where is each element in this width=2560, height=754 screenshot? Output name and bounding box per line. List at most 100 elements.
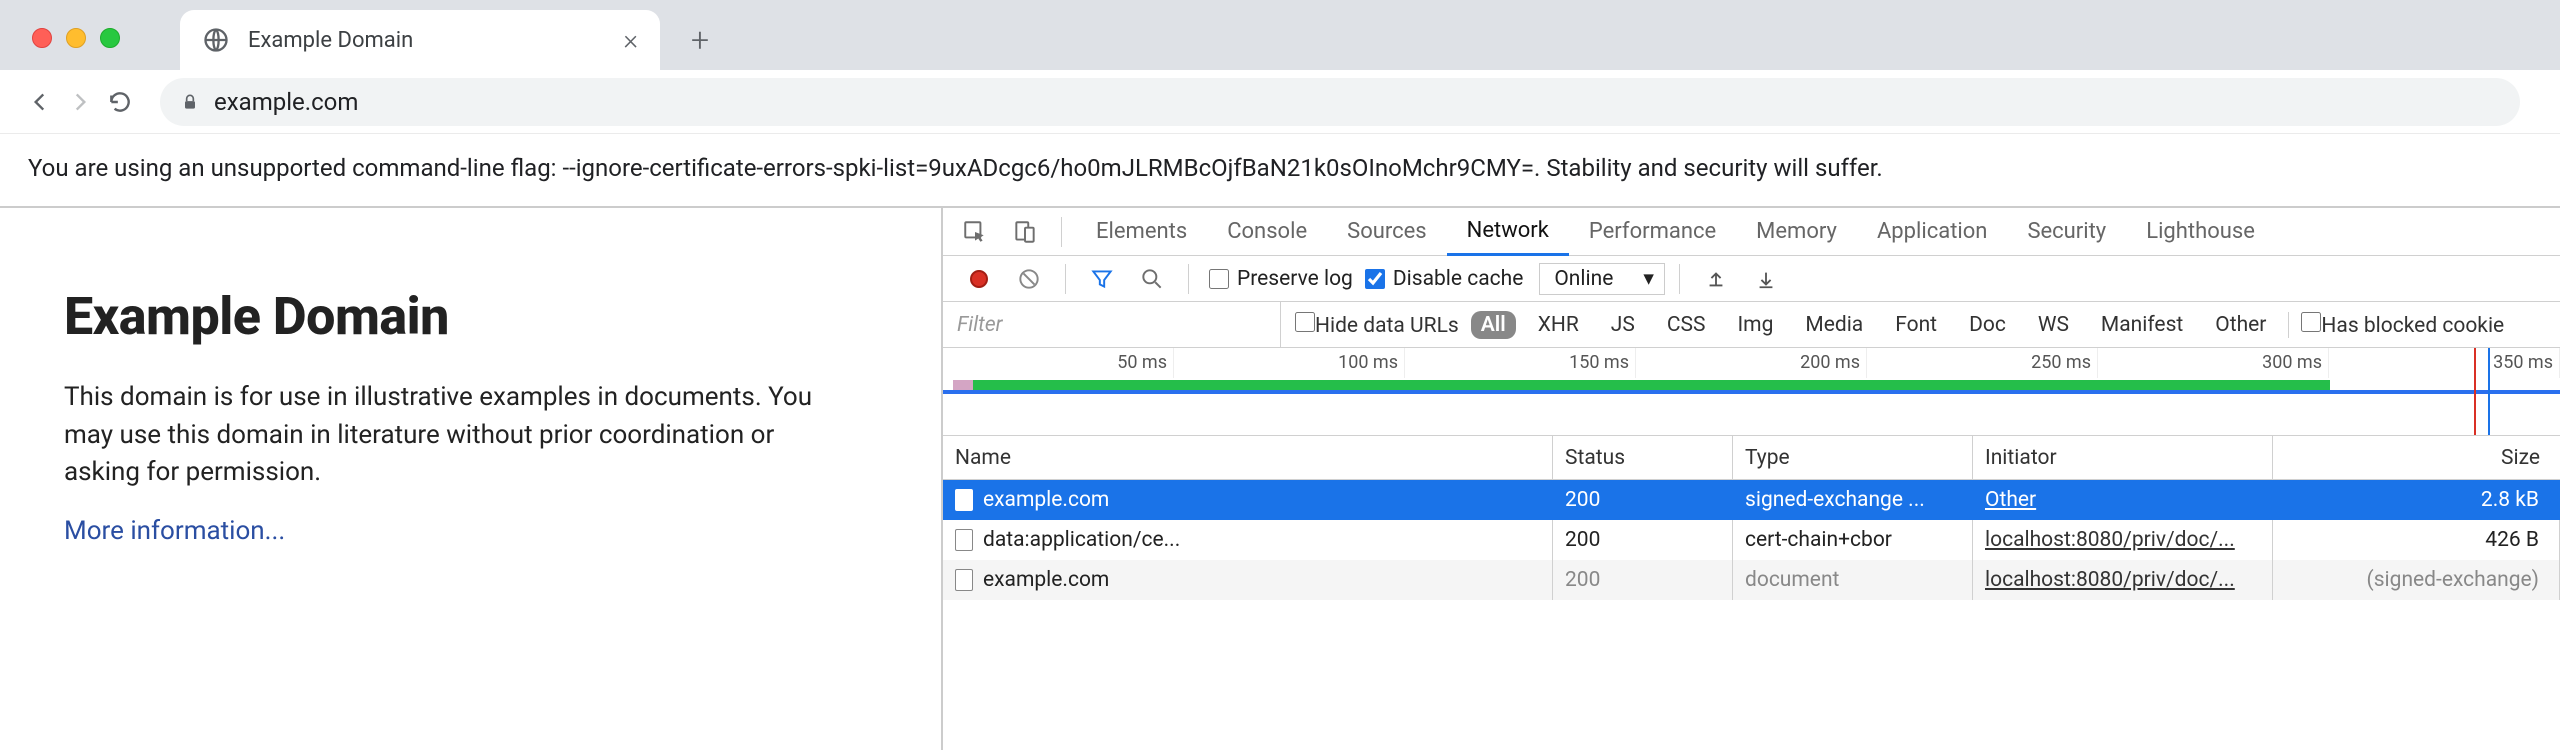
timeline-load-marker [2474,348,2476,435]
request-size: 2.8 kB [2273,480,2560,520]
network-toolbar: Preserve log Disable cache Online▾ [943,256,2560,302]
devtools-tab-elements[interactable]: Elements [1076,208,1207,256]
request-type: document [1733,560,1973,600]
filter-type-all[interactable]: All [1471,311,1516,339]
devtools-tab-network[interactable]: Network [1447,208,1569,256]
column-header-status[interactable]: Status [1553,436,1733,479]
page-body-text: This domain is for use in illustrative e… [64,379,824,492]
filter-type-xhr[interactable]: XHR [1528,311,1589,339]
column-header-name[interactable]: Name [943,436,1553,479]
filter-type-img[interactable]: Img [1727,311,1783,339]
request-status: 200 [1553,520,1733,560]
timeline-tick: 150 ms [1405,348,1636,378]
device-toolbar-icon[interactable] [1003,210,1047,254]
request-initiator[interactable]: localhost:8080/priv/doc/... [1973,520,2273,560]
filter-input[interactable]: Filter [943,302,1281,348]
page-heading: Example Domain [64,286,895,347]
minimize-window-button[interactable] [66,28,86,48]
request-status: 200 [1553,560,1733,600]
network-request-row[interactable]: example.com200documentlocalhost:8080/pri… [943,560,2560,600]
filter-type-other[interactable]: Other [2205,311,2276,339]
devtools-tab-application[interactable]: Application [1857,208,2007,256]
column-header-initiator[interactable]: Initiator [1973,436,2273,479]
clear-button[interactable] [1007,257,1051,301]
throttle-select[interactable]: Online▾ [1539,263,1665,295]
devtools-panel: ElementsConsoleSourcesNetworkPerformance… [943,208,2560,750]
network-timeline[interactable]: 50 ms100 ms150 ms200 ms250 ms300 ms350 m… [943,348,2560,436]
request-initiator[interactable]: Other [1973,480,2273,520]
network-request-row[interactable]: data:application/ce... 200cert-chain+cbor… [943,520,2560,560]
new-tab-button[interactable]: + [680,20,720,60]
search-icon[interactable] [1130,257,1174,301]
timeline-domcontent-marker [2488,348,2490,435]
close-window-button[interactable] [32,28,52,48]
request-initiator[interactable]: localhost:8080/priv/doc/... [1973,560,2273,600]
record-button[interactable] [957,257,1001,301]
request-size: 426 B [2273,520,2560,560]
devtools-tab-performance[interactable]: Performance [1569,208,1736,256]
hide-data-urls-label: Hide data URLs [1315,314,1459,338]
more-information-link[interactable]: More information... [64,516,285,546]
chevron-down-icon: ▾ [1643,266,1654,291]
hide-data-urls-checkbox[interactable]: Hide data URLs [1295,312,1459,338]
inspect-element-icon[interactable] [953,210,997,254]
lock-icon [180,92,200,112]
request-status: 200 [1553,480,1733,520]
window-controls [32,28,120,48]
reload-button[interactable] [100,82,140,122]
disable-cache-checkbox[interactable]: Disable cache [1365,267,1524,291]
file-icon [955,489,973,511]
page-viewport: Example Domain This domain is for use in… [0,208,943,750]
browser-tab[interactable]: Example Domain × [180,10,660,70]
close-tab-button[interactable]: × [623,26,638,54]
filter-icon[interactable] [1080,257,1124,301]
devtools-tab-memory[interactable]: Memory [1736,208,1857,256]
request-name: example.com [983,488,1109,512]
address-bar[interactable]: example.com [160,78,2520,126]
request-type: cert-chain+cbor [1733,520,1973,560]
timeline-tick: 250 ms [1867,348,2098,378]
has-blocked-cookies-label: Has blocked cookie [2321,314,2504,338]
timeline-tick: 350 ms [2329,348,2560,378]
devtools-tab-lighthouse[interactable]: Lighthouse [2126,208,2275,256]
column-header-size[interactable]: Size [2273,436,2560,479]
request-type: signed-exchange ... [1733,480,1973,520]
navigation-bar: example.com [0,70,2560,134]
timeline-tick: 300 ms [2098,348,2329,378]
network-filter-bar: Filter Hide data URLs All XHR JS CSS Img Medi… [943,302,2560,348]
request-name: data:application/ce... [983,528,1180,552]
request-size: (signed-exchange) [2273,560,2560,600]
timeline-tick: 200 ms [1636,348,1867,378]
globe-icon [202,26,230,54]
preserve-log-label: Preserve log [1237,267,1353,291]
timeline-tick: 50 ms [943,348,1174,378]
network-table: NameStatusTypeInitiatorSize example.com2… [943,436,2560,750]
back-button[interactable] [20,82,60,122]
url-text: example.com [214,88,358,116]
filter-type-font[interactable]: Font [1885,311,1947,339]
tab-strip: Example Domain × + [0,0,2560,70]
filter-type-css[interactable]: CSS [1657,311,1716,339]
tab-title: Example Domain [248,28,623,53]
maximize-window-button[interactable] [100,28,120,48]
filter-type-media[interactable]: Media [1795,311,1873,339]
column-header-type[interactable]: Type [1733,436,1973,479]
has-blocked-cookies-checkbox[interactable]: Has blocked cookie [2301,312,2504,338]
filter-type-manifest[interactable]: Manifest [2091,311,2193,339]
filter-type-doc[interactable]: Doc [1959,311,2016,339]
network-request-row[interactable]: example.com 200signed-exchange ...Other2.… [943,480,2560,520]
devtools-tab-security[interactable]: Security [2007,208,2126,256]
preserve-log-checkbox[interactable]: Preserve log [1209,267,1353,291]
disable-cache-label: Disable cache [1393,267,1524,291]
devtools-tabs: ElementsConsoleSourcesNetworkPerformance… [943,208,2560,256]
filter-type-js[interactable]: JS [1601,311,1645,339]
devtools-tab-console[interactable]: Console [1207,208,1327,256]
download-icon[interactable] [1744,257,1788,301]
timeline-segment [973,380,2330,390]
forward-button[interactable] [60,82,100,122]
file-icon [955,529,973,551]
devtools-tab-sources[interactable]: Sources [1327,208,1447,256]
filter-type-ws[interactable]: WS [2028,311,2079,339]
timeline-tick: 100 ms [1174,348,1405,378]
upload-icon[interactable] [1694,257,1738,301]
